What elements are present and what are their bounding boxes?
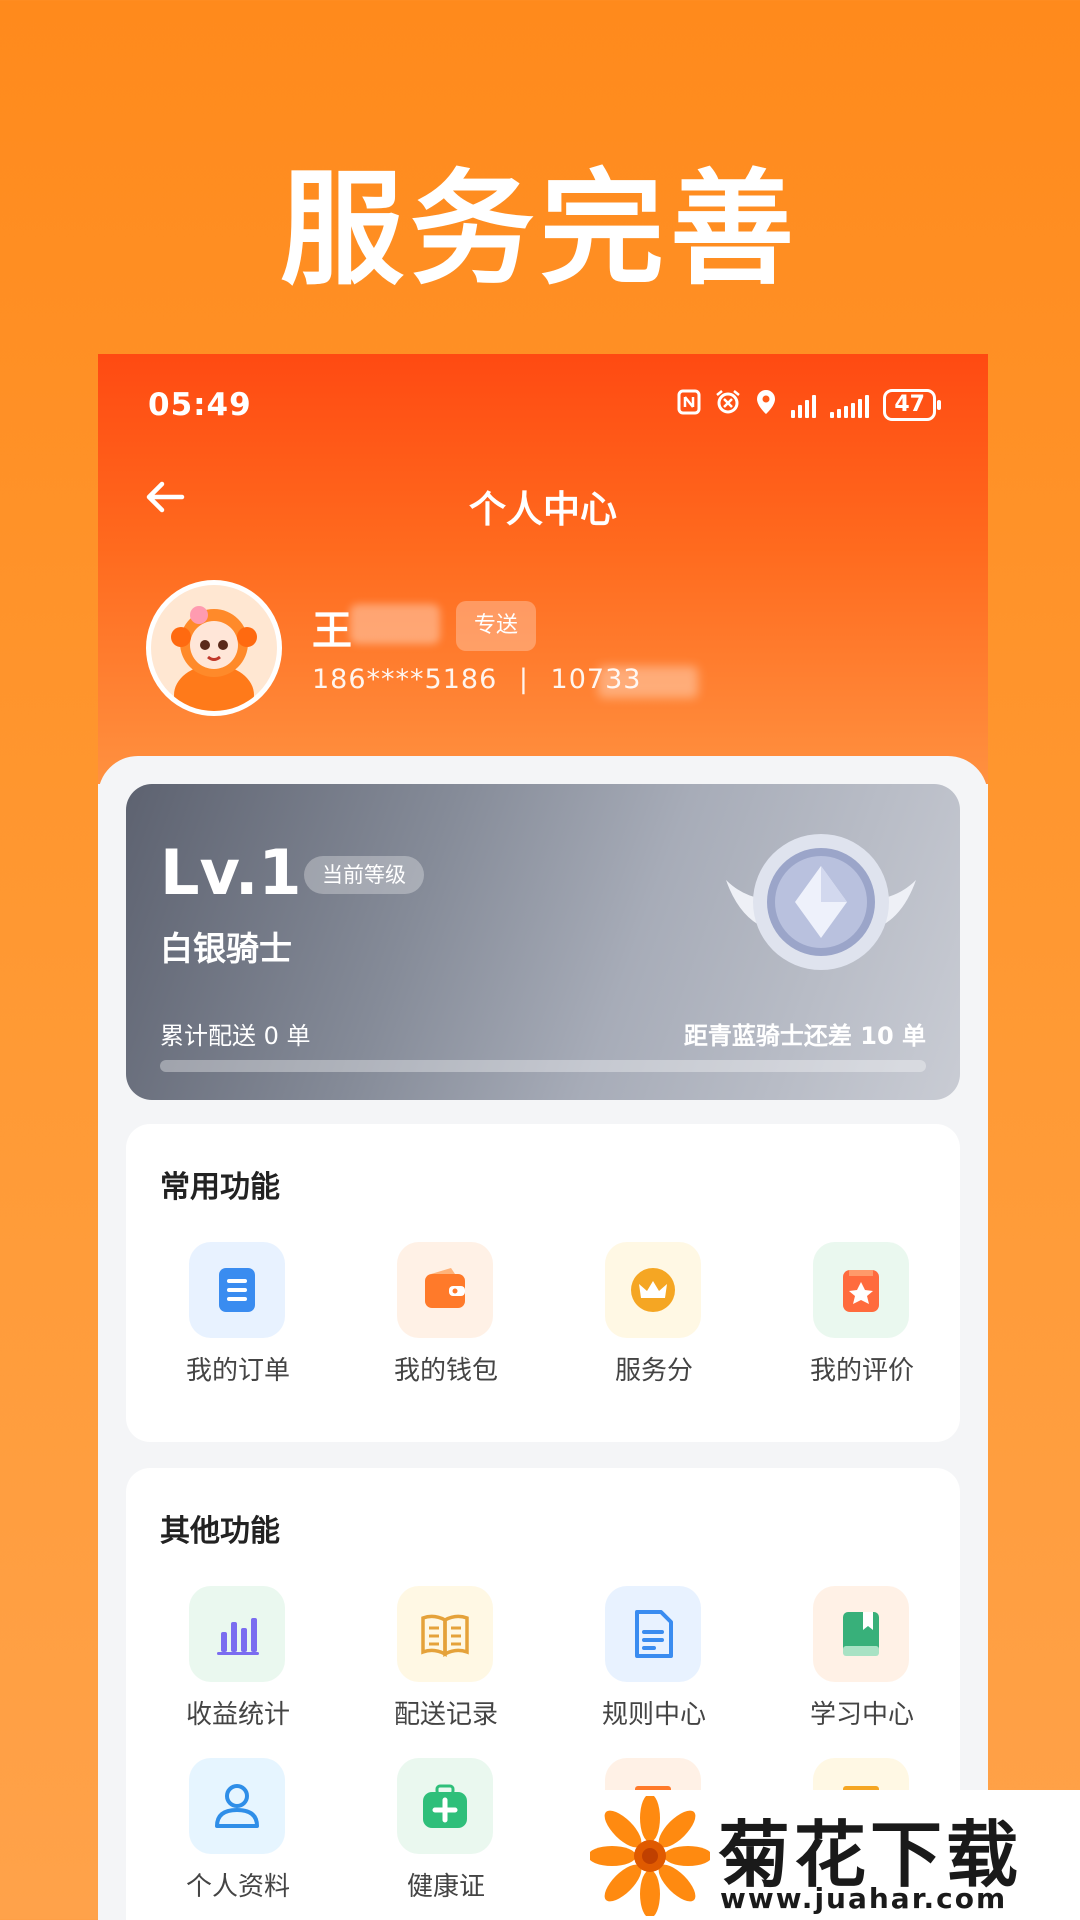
- medal-icon: [726, 834, 916, 970]
- function-item[interactable]: 我的评价: [762, 1242, 960, 1414]
- common-functions-section: 常用功能 我的订单 我的钱包 服务分 我的评价: [126, 1124, 960, 1442]
- alarm-icon: [715, 389, 741, 421]
- function-label: 规则中心: [601, 1700, 706, 1730]
- order-list-icon: [189, 1242, 285, 1338]
- signal-icon: [791, 392, 817, 418]
- function-item[interactable]: 规则中心: [554, 1586, 752, 1758]
- user-name: 王: [312, 608, 352, 654]
- function-item[interactable]: 收益统计: [138, 1586, 336, 1758]
- function-label: 我的钱包: [393, 1356, 498, 1386]
- wallet-icon: [397, 1242, 493, 1338]
- name-redacted: [350, 604, 440, 644]
- level-remaining: 距青蓝骑士还差 10 单: [683, 1022, 926, 1050]
- status-icons: 47: [677, 389, 941, 421]
- id-redacted: [598, 666, 698, 698]
- book-open-icon: [397, 1586, 493, 1682]
- location-icon: [755, 389, 777, 421]
- promo-title: 服务完善: [279, 158, 800, 302]
- function-item[interactable]: 个人资料: [138, 1758, 336, 1920]
- common-functions-grid: 我的订单 我的钱包 服务分 我的评价: [126, 1242, 960, 1414]
- section-title: 常用功能: [160, 1170, 280, 1205]
- delivery-type-tag: 专送: [456, 601, 537, 651]
- document-icon: [605, 1586, 701, 1682]
- level-card[interactable]: Lv.1 当前等级 白银骑士 累计配送 0 单 距青蓝骑士还差 10 单: [126, 784, 960, 1100]
- nfc-icon: [677, 389, 701, 421]
- function-item[interactable]: 服务分: [554, 1242, 752, 1414]
- function-label: 配送记录: [393, 1700, 498, 1730]
- function-item[interactable]: 健康证: [346, 1758, 544, 1920]
- star-card-icon: [813, 1242, 909, 1338]
- status-bar: 05:49 47: [98, 380, 988, 430]
- page-title: 个人中心: [469, 488, 617, 531]
- signal-icon: [830, 392, 870, 418]
- level-badge: 当前等级: [304, 856, 424, 894]
- person-icon: [189, 1758, 285, 1854]
- section-title: 其他功能: [160, 1514, 280, 1549]
- bar-chart-icon: [189, 1586, 285, 1682]
- medical-kit-icon: [397, 1758, 493, 1854]
- battery-icon: 47: [883, 389, 941, 421]
- avatar[interactable]: [146, 580, 282, 716]
- function-label: 我的订单: [185, 1356, 290, 1386]
- function-item[interactable]: 学习中心: [762, 1586, 960, 1758]
- status-time: 05:49: [148, 387, 252, 423]
- level-number: Lv.1: [160, 836, 302, 909]
- watermark: 菊花下载网 www.juahar.com: [590, 1790, 1080, 1920]
- level-name: 白银骑士: [160, 929, 292, 968]
- grid-row: 收益统计 配送记录 规则中心 学习中心: [126, 1586, 960, 1758]
- function-label: 健康证: [406, 1872, 485, 1902]
- level-progress-bar: [160, 1060, 926, 1072]
- function-label: 服务分: [614, 1356, 693, 1386]
- phone-screen: 05:49 47 个人中心 王 专送 186****5186 | 10733 L…: [98, 354, 988, 1920]
- function-label: 学习中心: [809, 1700, 914, 1730]
- function-item[interactable]: 配送记录: [346, 1586, 544, 1758]
- function-item[interactable]: 我的订单: [138, 1242, 336, 1414]
- function-label: 收益统计: [185, 1700, 290, 1730]
- watermark-url: www.juahar.com: [720, 1882, 1008, 1915]
- user-phone: 186****5186: [312, 664, 498, 695]
- grid-row: 我的订单 我的钱包 服务分 我的评价: [126, 1242, 960, 1414]
- info-separator: |: [518, 664, 529, 695]
- level-total-deliveries: 累计配送 0 单: [160, 1022, 311, 1050]
- crown-icon: [605, 1242, 701, 1338]
- function-label: 我的评价: [809, 1356, 914, 1386]
- book-icon: [813, 1586, 909, 1682]
- user-info-line: 186****5186 | 10733: [312, 664, 641, 695]
- chrysanthemum-logo: [590, 1796, 710, 1916]
- function-item[interactable]: 我的钱包: [346, 1242, 544, 1414]
- function-label: 个人资料: [185, 1872, 290, 1902]
